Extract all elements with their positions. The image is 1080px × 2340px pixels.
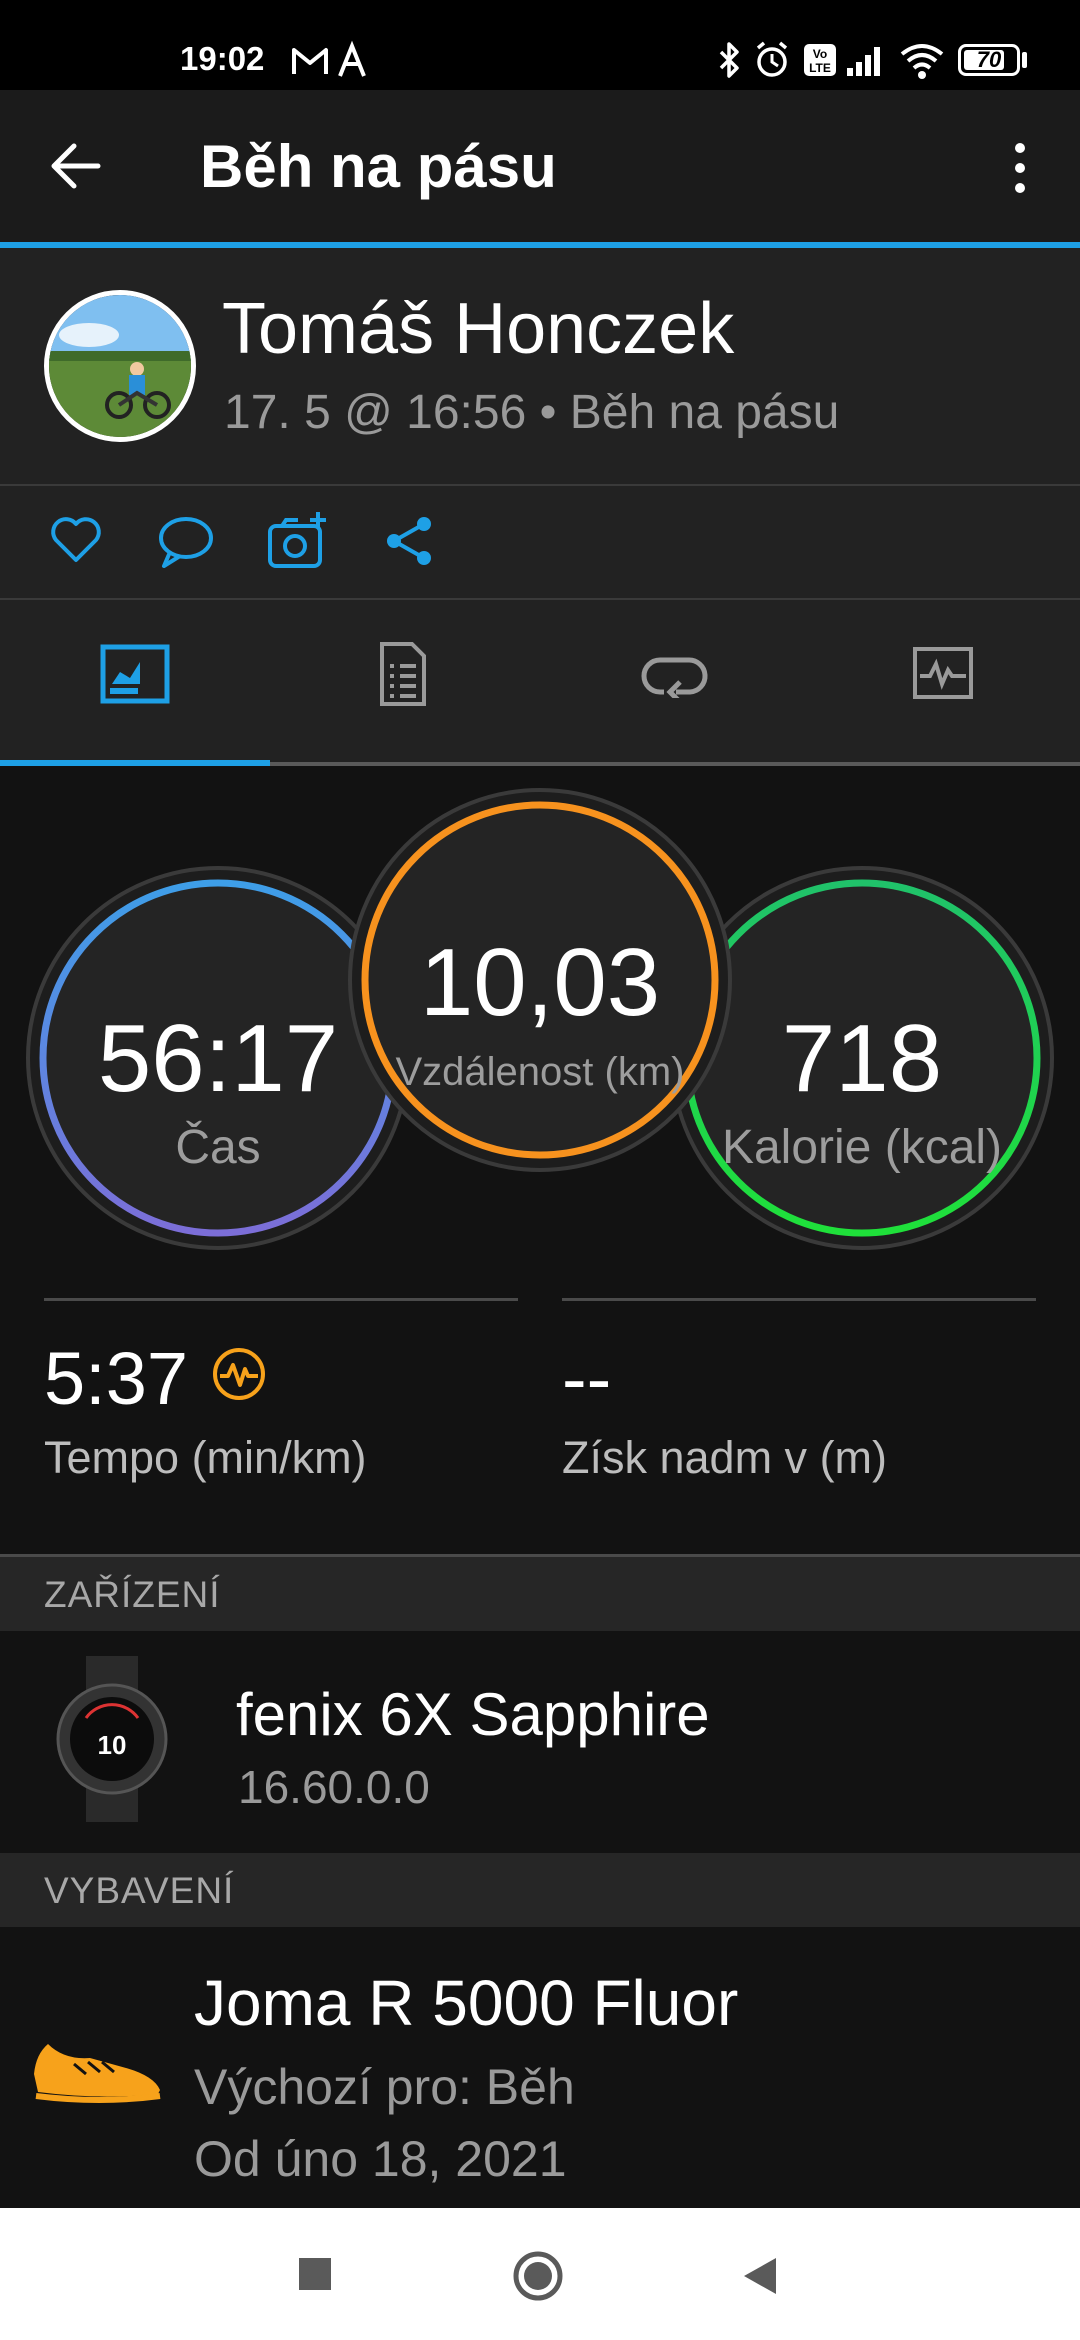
home-button[interactable] — [512, 2250, 564, 2302]
distance-value: 10,03 — [419, 929, 661, 1036]
alarm-icon — [756, 41, 788, 77]
calories-label: Kalorie (kcal) — [721, 1121, 1003, 1174]
share-icon[interactable] — [382, 514, 436, 568]
shoe-icon — [34, 2044, 161, 2103]
stat-divider — [44, 1298, 518, 1301]
avatar[interactable] — [44, 290, 196, 442]
pace-activity-icon[interactable] — [210, 1345, 268, 1403]
device-version: 16.60.0.0 — [238, 1761, 430, 1813]
add-photo-camera-icon[interactable] — [266, 508, 330, 572]
pace-label: Tempo (min/km) — [44, 1432, 367, 1483]
time-value: 56:17 — [97, 1005, 339, 1112]
battery-icon: 70 — [958, 44, 1020, 76]
gear-default-for: Výchozí pro: Běh — [194, 2059, 575, 2115]
watch-icon: 10 — [56, 1656, 168, 1822]
tab-charts-icon[interactable] — [912, 646, 974, 702]
wifi-icon — [900, 44, 944, 79]
tab-active-indicator — [0, 760, 270, 766]
pace-value: 5:37 — [44, 1337, 189, 1420]
gear-since-date: Od úno 18, 2021 — [194, 2131, 567, 2187]
user-name[interactable]: Tomáš Honczek — [222, 288, 734, 370]
back-arrow-icon[interactable] — [48, 138, 108, 194]
page-title: Běh na pásu — [200, 133, 557, 200]
battery-level: 70 — [976, 47, 1002, 72]
time-label: Čas — [175, 1121, 261, 1174]
svg-text:Vo: Vo — [813, 47, 827, 61]
elevation-label: Získ nadm v (m) — [562, 1432, 888, 1483]
overflow-menu-icon[interactable] — [1006, 140, 1034, 196]
battery-tip — [1022, 52, 1027, 68]
volte-icon: Vo LTE — [804, 44, 836, 76]
status-time: 19:02 — [180, 40, 265, 77]
gear-section-title: VYBAVENÍ — [44, 1870, 235, 1911]
calories-value: 718 — [781, 1005, 943, 1112]
back-button[interactable] — [740, 2254, 780, 2298]
activity-date-type: 17. 5 @ 16:56 • Běh na pásu — [224, 386, 840, 439]
signal-icon — [847, 47, 880, 76]
elevation-value: -- — [562, 1337, 612, 1420]
bluetooth-icon — [719, 42, 739, 78]
stat-divider — [562, 1298, 1036, 1301]
gmail-icon — [292, 48, 328, 74]
device-name: fenix 6X Sapphire — [236, 1681, 710, 1748]
recents-button[interactable] — [299, 2258, 331, 2290]
like-heart-icon[interactable] — [48, 512, 104, 568]
svg-text:LTE: LTE — [809, 61, 831, 75]
device-section-title: ZAŘÍZENÍ — [44, 1574, 221, 1615]
tab-stats-icon[interactable] — [378, 640, 428, 708]
comment-icon[interactable] — [156, 512, 216, 572]
tab-laps-icon[interactable] — [640, 652, 708, 698]
distance-label: Vzdálenost (km) — [395, 1050, 685, 1094]
watch-face-number: 10 — [98, 1730, 127, 1760]
gear-name: Joma R 5000 Fluor — [194, 1967, 739, 2039]
strava-icon — [338, 40, 366, 77]
tab-overview-icon[interactable] — [100, 644, 170, 704]
